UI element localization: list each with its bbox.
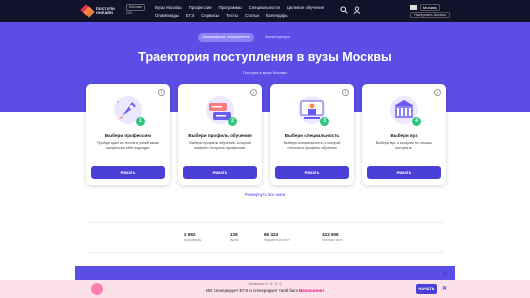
start-button[interactable]: Начать	[183, 166, 257, 179]
stat-programs: 2 692 программы	[184, 232, 201, 242]
step-title: Выбери профиль обучения	[188, 133, 252, 138]
step-card-1: i 1 Выбери профессию Пройди один из тест…	[86, 84, 170, 185]
nav-target-education[interactable]: Целевое обучение	[287, 5, 324, 10]
logo-text-line1: ПОСТУПИ	[96, 6, 115, 11]
info-icon[interactable]: i	[250, 89, 257, 96]
top-navigation-bar: ПОСТУПИ ОНЛАЙН Логотип 2GL Вузы Москвы П…	[0, 0, 530, 22]
flag-icon	[410, 5, 417, 10]
city-label: Москва	[420, 4, 440, 11]
step-number-badge: 3	[320, 117, 329, 126]
step-title: Выбери вуз	[390, 133, 418, 138]
step-description: Выбери вуз, в котором ты хочешь поступит…	[375, 141, 433, 150]
stat-value: 138	[230, 232, 238, 237]
nav-ege[interactable]: ЕГЭ	[186, 13, 194, 18]
stat-label: бюджетных мест	[264, 238, 290, 242]
logo-icon	[80, 4, 95, 18]
step-title: Выбери профессию	[104, 133, 152, 138]
stat-paid-places: 323 608 платных мест	[322, 232, 343, 242]
promo-start-button[interactable]: НАЧАТЬ	[416, 284, 437, 294]
main-nav-row-1: Вузы Москвы Профессии Программы Специаль…	[155, 5, 331, 10]
logo-text-line2: ОНЛАЙН	[96, 10, 113, 15]
step-number-badge: 1	[136, 117, 145, 126]
nav-calendar[interactable]: Календарь	[266, 13, 288, 18]
nav-specialties[interactable]: Специальности	[249, 5, 280, 10]
stat-value: 2 692	[184, 232, 196, 237]
close-icon[interactable]: ✕	[442, 270, 448, 278]
partner-badge: Логотип 2GL	[126, 4, 145, 16]
user-icon[interactable]	[353, 6, 361, 16]
stat-label: платных мест	[322, 238, 343, 242]
nav-programs[interactable]: Программы	[219, 5, 242, 10]
page-title: Траектория поступления в вузы Москвы	[138, 50, 392, 64]
step-description: Пройди один из тестов и узнай какая проф…	[97, 141, 159, 150]
step-number-badge: 2	[228, 117, 237, 126]
divider	[86, 222, 444, 223]
promo-timer: Осталось: 0 : 0 : 0 : 0	[248, 282, 282, 286]
page-subtitle: Поступи в вузы Москвы	[243, 70, 287, 75]
info-icon[interactable]: i	[434, 89, 441, 96]
step-card-4: i 4 Выбери вуз Выбери вуз, в котором ты …	[362, 84, 446, 185]
stat-universities: 138 вузов	[230, 232, 238, 242]
site-logo[interactable]: ПОСТУПИ ОНЛАЙН	[80, 4, 115, 18]
promo-text: ИИ сгенерирует ЕГЭ и сгенерирует твой ба…	[0, 288, 530, 293]
tab-master[interactable]: Магистратура	[255, 33, 300, 42]
promo-highlight: Бесплатно!	[299, 288, 324, 293]
start-button[interactable]: Начать	[91, 166, 165, 179]
info-icon[interactable]: i	[158, 89, 165, 96]
info-icon[interactable]: i	[342, 89, 349, 96]
tab-bachelor[interactable]: Бакалавриат, специалитет	[198, 33, 254, 42]
start-button[interactable]: Начать	[367, 166, 441, 179]
stat-value: 66 324	[264, 232, 279, 237]
step-title: Выбери специальность	[284, 133, 340, 138]
nav-services[interactable]: Сервисы	[201, 13, 219, 18]
step-description: Выбери профиль обучения, который позволи…	[189, 141, 251, 150]
stat-value: 323 608	[322, 232, 339, 237]
stat-budget-places: 66 324 бюджетных мест	[264, 232, 290, 242]
close-icon[interactable]: ✕	[442, 285, 447, 292]
stat-label: программы	[184, 238, 202, 242]
main-nav-row-2: Олимпиады ЕГЭ Сервисы Тесты Статьи Кален…	[155, 13, 295, 18]
step-number-badge: 4	[412, 117, 421, 126]
nav-articles[interactable]: Статьи	[245, 13, 259, 18]
divider	[86, 252, 444, 253]
access-settings-button[interactable]: Настроить Access	[410, 12, 450, 18]
nav-tests[interactable]: Тесты	[226, 13, 238, 18]
step-description: Выбери специальность, к которой относитс…	[283, 141, 341, 150]
nav-olympiads[interactable]: Олимпиады	[155, 13, 179, 18]
nav-universities[interactable]: Вузы Москвы	[155, 5, 182, 10]
city-selector[interactable]: Москва	[410, 4, 440, 11]
nav-professions[interactable]: Профессии	[189, 5, 212, 10]
step-card-3: i 3 Выбери специальность Выбери специаль…	[270, 84, 354, 185]
promo-main-text: ИИ сгенерирует ЕГЭ и сгенерирует твой ба…	[206, 288, 298, 293]
step-card-2: i 2 Выбери профиль обучения Выбери профи…	[178, 84, 262, 185]
partner-badge-bottom: 2GL	[126, 11, 133, 15]
promo-banner: Осталось: 0 : 0 : 0 : 0 ИИ сгенерирует Е…	[0, 280, 530, 298]
start-button[interactable]: Начать	[275, 166, 349, 179]
search-icon[interactable]	[340, 6, 348, 16]
stat-label: вузов	[230, 238, 239, 242]
partner-badge-top: Логотип	[126, 4, 145, 11]
expand-all-steps-link[interactable]: Развернуть все шаги	[0, 192, 530, 197]
